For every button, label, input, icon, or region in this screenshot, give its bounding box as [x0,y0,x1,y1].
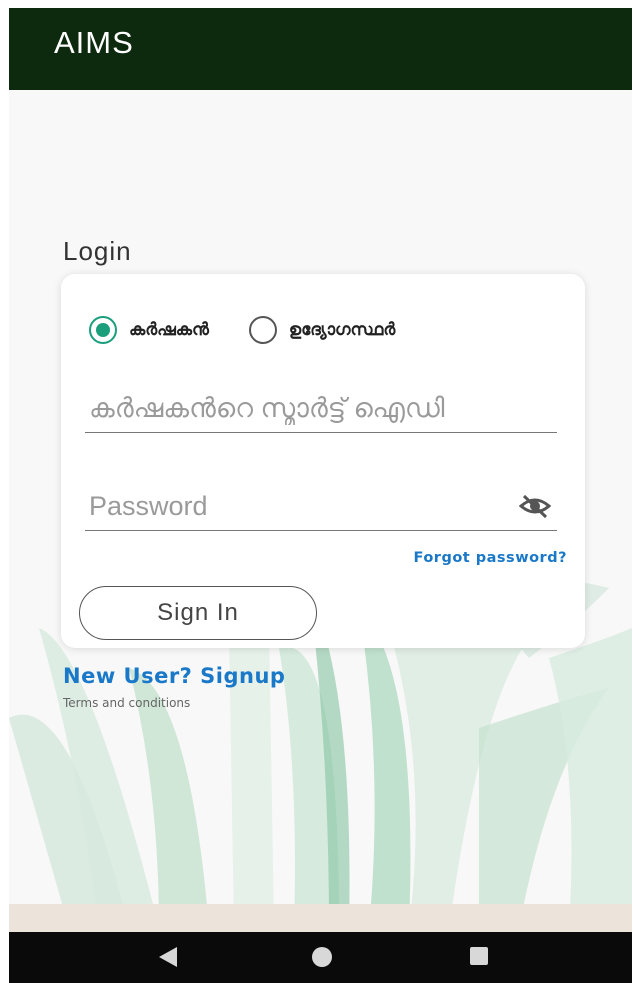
signup-link[interactable]: New User? Signup [63,664,285,688]
smart-id-input[interactable] [85,386,509,430]
login-card: കർഷകൻ ഉദ്യോഗസ്ഥർ Forgot password? Sign I… [61,274,585,648]
password-field [85,484,557,531]
role-radio-group: കർഷകൻ ഉദ്യോഗസ്ഥർ [89,316,435,344]
role-label-farmer: കർഷകൻ [129,320,209,340]
login-heading: Login [63,236,132,266]
radio-checked-icon[interactable] [89,316,117,344]
role-label-officer: ഉദ്യോഗസ്ഥർ [288,320,396,340]
terms-link[interactable]: Terms and conditions [63,696,190,710]
ground-strip [9,904,632,932]
eye-slash-icon[interactable] [519,492,551,520]
system-nav-bar [9,932,632,983]
role-option-officer[interactable]: ഉദ്യോഗസ്ഥർ [248,316,396,344]
recents-square-icon[interactable] [469,946,489,966]
home-circle-icon[interactable] [311,946,333,968]
smart-id-field [85,386,557,433]
password-input[interactable] [85,484,509,528]
radio-unchecked-icon[interactable] [248,316,277,344]
sign-in-button[interactable]: Sign In [79,586,317,640]
back-triangle-icon[interactable] [157,946,179,968]
app-title: AIMS [54,25,134,60]
role-option-farmer[interactable]: കർഷകൻ [89,316,209,344]
app-screen: AIMS Login കർഷകൻ ഉദ്യോഗസ്ഥർ കർഷകൻറെ സ്മാ… [9,8,632,983]
forgot-password-link[interactable]: Forgot password? [414,550,567,566]
app-bar: AIMS [9,8,632,90]
